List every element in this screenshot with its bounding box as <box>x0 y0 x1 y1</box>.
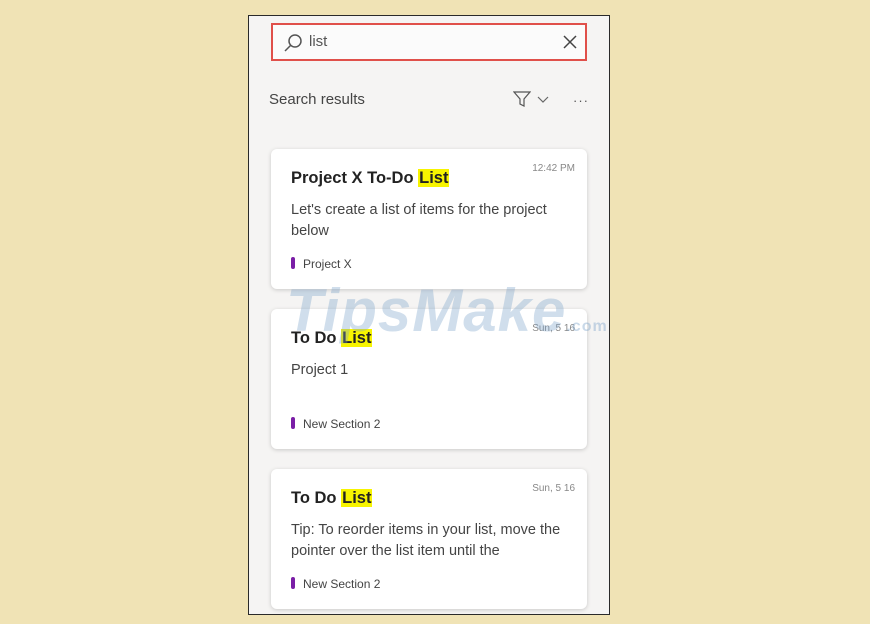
title-highlight: List <box>418 169 450 187</box>
section-color-marker <box>291 257 295 269</box>
card-title: Project X To-Do List <box>291 169 450 188</box>
result-card[interactable]: Sun, 5 16 To Do List Project 1 New Secti… <box>271 309 587 449</box>
more-options-icon[interactable]: ··· <box>573 93 589 108</box>
card-title: To Do List <box>291 489 373 508</box>
results-label: Search results <box>269 91 365 108</box>
card-preview: Let's create a list of items for the pro… <box>291 202 547 239</box>
filter-icon[interactable] <box>513 90 531 108</box>
card-section: New Section 2 <box>291 417 380 431</box>
section-name: New Section 2 <box>303 577 381 591</box>
result-card[interactable]: Sun, 5 16 To Do List Tip: To reorder ite… <box>271 469 587 609</box>
result-card[interactable]: 12:42 PM Project X To-Do List Let's crea… <box>271 149 587 289</box>
results-header: Search results ··· <box>269 90 589 112</box>
search-panel: list Search results ··· 12:42 PM Project… <box>248 15 610 615</box>
card-title-text: Project X To-Do <box>291 169 419 187</box>
title-highlight: List <box>341 329 373 347</box>
card-time: 12:42 PM <box>532 163 575 174</box>
section-name: New Section 2 <box>303 417 381 431</box>
chevron-down-icon[interactable] <box>537 93 549 105</box>
card-section: New Section 2 <box>291 577 380 591</box>
search-icon <box>284 34 302 52</box>
search-query[interactable]: list <box>309 33 327 50</box>
card-preview: Project 1 <box>291 362 349 378</box>
close-icon[interactable] <box>561 33 579 51</box>
search-input[interactable]: list <box>271 23 587 61</box>
title-highlight: List <box>341 489 373 507</box>
card-title-text: To Do <box>291 489 342 507</box>
card-time: Sun, 5 16 <box>532 323 575 334</box>
card-title: To Do List <box>291 329 373 348</box>
card-preview: Tip: To reorder items in your list, move… <box>291 522 561 559</box>
section-color-marker <box>291 577 295 589</box>
section-name: Project X <box>303 257 352 271</box>
card-time: Sun, 5 16 <box>532 483 575 494</box>
card-title-text: To Do <box>291 329 342 347</box>
section-color-marker <box>291 417 295 429</box>
card-section: Project X <box>291 257 352 271</box>
